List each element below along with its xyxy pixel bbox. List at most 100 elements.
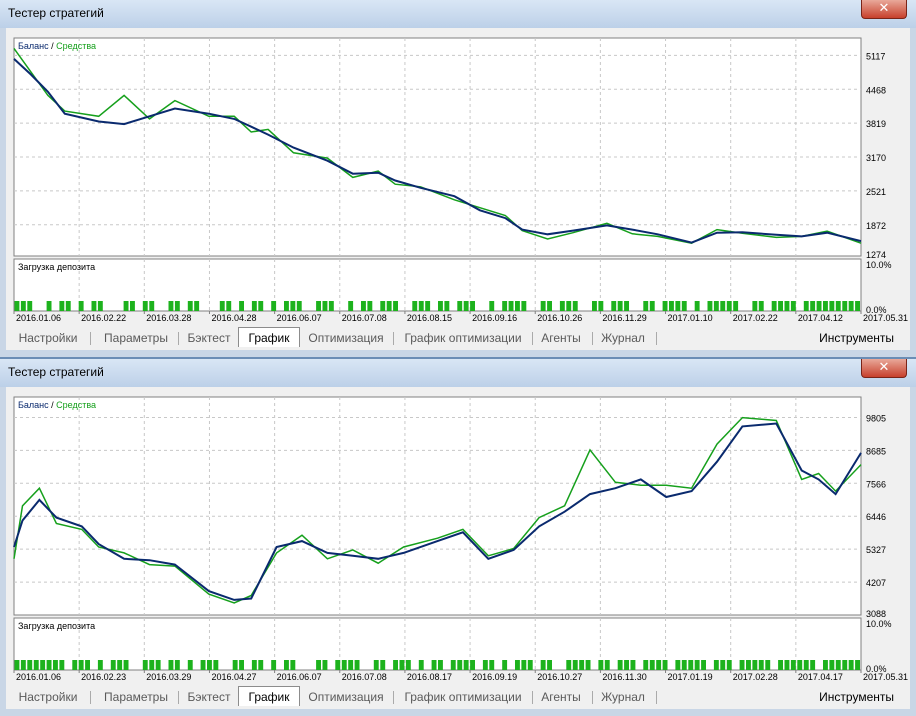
- load-bar: [59, 660, 65, 670]
- x-tick-label: 2016.04.28: [211, 313, 256, 323]
- load-bar: [40, 660, 46, 670]
- load-panel: [13, 617, 862, 671]
- x-tick-label: 2016.06.07: [277, 672, 322, 682]
- load-bar: [829, 660, 835, 670]
- load-bar: [78, 301, 84, 311]
- load-bar: [527, 660, 533, 670]
- load-bar: [585, 660, 591, 670]
- y-tick-label: 3088: [866, 609, 886, 619]
- load-bar: [688, 660, 694, 670]
- tab-optimization-graph[interactable]: График оптимизации: [398, 330, 528, 347]
- y-tick-label: 2521: [866, 187, 886, 197]
- load-bar: [752, 660, 758, 670]
- load-bar: [97, 301, 103, 311]
- x-tick-label: 2016.10.26: [537, 313, 582, 323]
- x-tick-label: 2017.04.12: [798, 313, 843, 323]
- load-bar: [187, 660, 193, 670]
- tab-graph[interactable]: График: [238, 327, 300, 347]
- tab-parameters[interactable]: Параметры: [96, 689, 176, 706]
- load-bar: [810, 301, 816, 311]
- tab-journal[interactable]: Журнал: [596, 330, 650, 347]
- tab-backtest[interactable]: Бэктест: [182, 330, 236, 347]
- load-bar: [752, 301, 758, 311]
- load-bar: [720, 660, 726, 670]
- tab-parameters[interactable]: Параметры: [96, 330, 176, 347]
- load-bar: [855, 660, 860, 670]
- tab-separator: [592, 332, 593, 345]
- load-bar: [784, 660, 790, 670]
- load-bar: [200, 660, 206, 670]
- load-tick-label: 0.0%: [866, 664, 887, 674]
- load-bar: [579, 660, 585, 670]
- strategy-tester-window-2: Тестер стратегий ✕ 9805 8685 7566 6446 5327 4…: [0, 359, 916, 716]
- load-bar: [470, 660, 475, 670]
- load-bar: [508, 301, 514, 311]
- y-tick-label: 1274: [866, 250, 886, 260]
- load-bar: [470, 301, 475, 311]
- tools-button[interactable]: Инструменты: [819, 331, 894, 345]
- tab-optimization[interactable]: Оптимизация: [304, 689, 388, 706]
- load-bar: [463, 301, 469, 311]
- x-tick-label: 2017.01.10: [668, 313, 713, 323]
- tab-separator: [656, 332, 657, 345]
- tab-settings[interactable]: Настройки: [12, 330, 84, 347]
- legend-separator: /: [49, 41, 57, 51]
- load-bar: [694, 660, 700, 670]
- tab-optimization-graph[interactable]: График оптимизации: [398, 689, 528, 706]
- tools-button[interactable]: Инструменты: [819, 690, 894, 704]
- load-bar: [174, 301, 180, 311]
- load-bar: [771, 301, 777, 311]
- load-bar: [149, 301, 155, 311]
- tab-journal[interactable]: Журнал: [596, 689, 650, 706]
- load-bar: [322, 301, 328, 311]
- legend-balance: Баланс: [18, 400, 49, 410]
- tab-agents[interactable]: Агенты: [536, 330, 586, 347]
- load-bar: [418, 301, 424, 311]
- tab-agents[interactable]: Агенты: [536, 689, 586, 706]
- tab-settings[interactable]: Настройки: [12, 689, 84, 706]
- load-bar: [97, 660, 103, 670]
- x-tick-label: 2017.01.19: [668, 672, 713, 682]
- tab-separator: [592, 691, 593, 704]
- load-bar: [797, 660, 803, 670]
- x-tick-label: 2016.08.17: [407, 672, 452, 682]
- load-bar: [662, 301, 668, 311]
- load-bar: [20, 660, 26, 670]
- load-bar: [65, 301, 71, 311]
- load-bar: [489, 301, 495, 311]
- load-bar: [322, 660, 328, 670]
- legend-separator: /: [49, 400, 57, 410]
- load-bar: [316, 660, 321, 670]
- load-bar: [187, 301, 193, 311]
- load-bar: [624, 301, 629, 311]
- load-bar: [27, 301, 33, 311]
- load-tick-label: 10.0%: [866, 619, 892, 629]
- load-bar: [643, 660, 649, 670]
- x-tick-label: 2016.01.06: [16, 672, 61, 682]
- load-bar: [290, 301, 296, 311]
- load-bar: [842, 660, 848, 670]
- load-bar: [271, 301, 277, 311]
- load-bar: [393, 301, 398, 311]
- tab-backtest[interactable]: Бэктест: [182, 689, 236, 706]
- load-bar: [219, 301, 225, 311]
- tab-optimization[interactable]: Оптимизация: [304, 330, 388, 347]
- load-bar: [117, 660, 123, 670]
- y-tick-label: 8685: [866, 446, 886, 456]
- load-bar: [380, 660, 386, 670]
- load-bar: [341, 660, 347, 670]
- load-bar: [239, 301, 244, 311]
- x-tick-label: 2016.03.29: [146, 672, 191, 682]
- load-bar: [207, 660, 212, 670]
- tab-graph[interactable]: График: [238, 686, 300, 706]
- load-bar: [27, 660, 33, 670]
- y-tick-label: 4207: [866, 578, 886, 588]
- load-bar: [316, 301, 321, 311]
- load-bar: [649, 660, 655, 670]
- load-bar: [707, 301, 713, 311]
- y-tick-label: 7566: [866, 479, 886, 489]
- x-tick-label: 2016.09.16: [472, 313, 517, 323]
- load-bar: [675, 301, 681, 311]
- load-bar: [669, 301, 674, 311]
- load-bar: [142, 660, 148, 670]
